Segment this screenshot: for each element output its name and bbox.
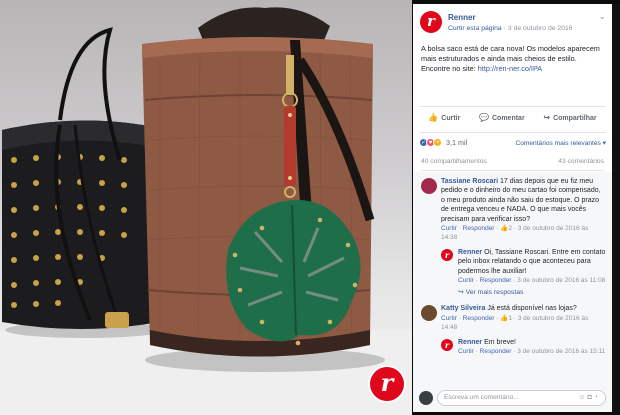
comment-meta: Curtir · Responder · 3 de outubro de 201… xyxy=(458,348,606,356)
post-text: A bolsa saco está de cara nova! Os model… xyxy=(413,40,612,90)
comment-reply-link[interactable]: Responder xyxy=(463,315,495,322)
avatar[interactable] xyxy=(421,305,437,322)
comments-count[interactable]: 43 comentários xyxy=(558,158,604,165)
comment-reply-link[interactable]: Responder xyxy=(480,277,512,284)
sticker-icon[interactable]: ◔ xyxy=(594,394,600,401)
comment-like-link[interactable]: Curtir xyxy=(441,315,457,322)
comment-date[interactable]: 3 de outubro de 2016 às 11:08 xyxy=(517,277,605,284)
post-meta: Curtir esta página · 3 de outubro de 2016 xyxy=(448,25,573,32)
comment-like-count[interactable]: 2 xyxy=(508,225,512,232)
comment-like-link[interactable]: Curtir xyxy=(441,225,457,232)
post-photo[interactable]: r xyxy=(0,0,412,415)
comment-text: Em breve! xyxy=(484,338,516,346)
comment-author[interactable]: Tassiane Roscari xyxy=(441,178,498,185)
brown-croc-bag xyxy=(142,7,385,372)
wow-reaction-icon[interactable]: • xyxy=(433,138,442,147)
page-name-link[interactable]: Renner xyxy=(448,13,476,22)
comment-like-link[interactable]: Curtir xyxy=(458,348,474,355)
renner-logo: r xyxy=(370,367,404,401)
comment-label: Comentar xyxy=(492,115,525,122)
comment-reply-link[interactable]: Responder xyxy=(480,348,512,355)
post-actions: 👍 Curtir 💬 Comentar ↪ Compartilhar xyxy=(419,106,606,128)
more-replies-label: Ver mais respostas xyxy=(465,289,524,297)
composer-icons: ☺◘◔ xyxy=(578,391,600,405)
comment: Katty Silveira Já está disponível nas lo… xyxy=(413,304,612,332)
comment: Tassiane Roscari 17 dias depois que eu f… xyxy=(413,177,612,243)
comment-icon: 💬 xyxy=(479,113,489,122)
comment-meta: Curtir · Responder · 3 de outubro de 201… xyxy=(458,277,606,285)
comment-reply: r Renner Em breve! Curtir · Responder · … xyxy=(413,338,612,357)
comment-author[interactable]: Renner xyxy=(458,339,482,346)
comment-input[interactable]: Escreva um comentário... ☺◘◔ xyxy=(437,390,606,406)
window-edge xyxy=(612,4,620,412)
black-studded-bag xyxy=(2,27,160,330)
share-icon: ↪ xyxy=(543,113,551,122)
share-label: Compartilhar xyxy=(553,115,597,122)
chevron-down-icon[interactable]: ⌄ xyxy=(598,11,606,22)
like-label: Curtir xyxy=(441,115,461,122)
share-comment-counts: 40 compartilhamentos 43 comentários xyxy=(421,158,604,171)
thumbs-up-icon: 👍 xyxy=(428,113,439,122)
post-header: r Renner Curtir esta página · 3 de outubro… xyxy=(413,4,612,40)
comment-input-placeholder: Escreva um comentário... xyxy=(444,394,519,401)
comment-meta: Curtir · Responder · 👍1 · 3 de outubro d… xyxy=(441,314,589,332)
avatar[interactable]: r xyxy=(441,338,453,351)
like-page-link[interactable]: Curtir esta página xyxy=(448,25,502,32)
shares-count[interactable]: 40 compartilhamentos xyxy=(421,158,487,165)
comment-sort-dropdown[interactable]: Comentários mais relevantes ▾ xyxy=(515,139,606,147)
share-button[interactable]: ↪ Compartilhar xyxy=(543,113,596,122)
reactions-bar: ✓ ♥ • 3,1 mil Comentários mais relevante… xyxy=(419,132,606,152)
emoji-icon[interactable]: ☺ xyxy=(578,394,587,401)
comment-button[interactable]: 💬 Comentar xyxy=(479,113,525,122)
comments-section: Tassiane Roscari 17 dias depois que eu f… xyxy=(413,172,612,412)
comment-text: Já está disponível nas lojas? xyxy=(487,305,577,313)
post-date[interactable]: 3 de outubro de 2016 xyxy=(508,25,573,32)
comment-like-link[interactable]: Curtir xyxy=(458,277,474,284)
comment-reply-link[interactable]: Responder xyxy=(463,225,495,232)
comment-author[interactable]: Katty Silveira xyxy=(441,305,485,312)
comment-reply: r Renner Oi, Tassiane Roscari. Entre em … xyxy=(413,248,612,286)
comment-author[interactable]: Renner xyxy=(458,249,482,256)
facebook-post-panel: r Renner Curtir esta página · 3 de outubro… xyxy=(413,4,612,412)
page-avatar[interactable]: r xyxy=(420,11,442,33)
avatar[interactable]: r xyxy=(441,248,453,261)
comment-composer: Escreva um comentário... ☺◘◔ xyxy=(419,389,606,407)
like-button[interactable]: 👍 Curtir xyxy=(428,113,460,122)
avatar[interactable] xyxy=(421,178,437,194)
sort-label: Comentários mais relevantes xyxy=(515,140,601,147)
reaction-count[interactable]: 3,1 mil xyxy=(446,138,467,147)
post-link[interactable]: http://ren-ner.co/IPA xyxy=(478,64,542,73)
bag-photo-illustration xyxy=(0,7,412,415)
avatar xyxy=(419,391,433,405)
comment-like-count[interactable]: 1 xyxy=(508,315,512,322)
comment-date[interactable]: 3 de outubro de 2016 às 15:11 xyxy=(517,348,605,355)
more-replies-link[interactable]: ↪ Ver mais respostas xyxy=(413,288,612,296)
comment-meta: Curtir · Responder · 👍2 · 3 de outubro d… xyxy=(441,225,589,242)
